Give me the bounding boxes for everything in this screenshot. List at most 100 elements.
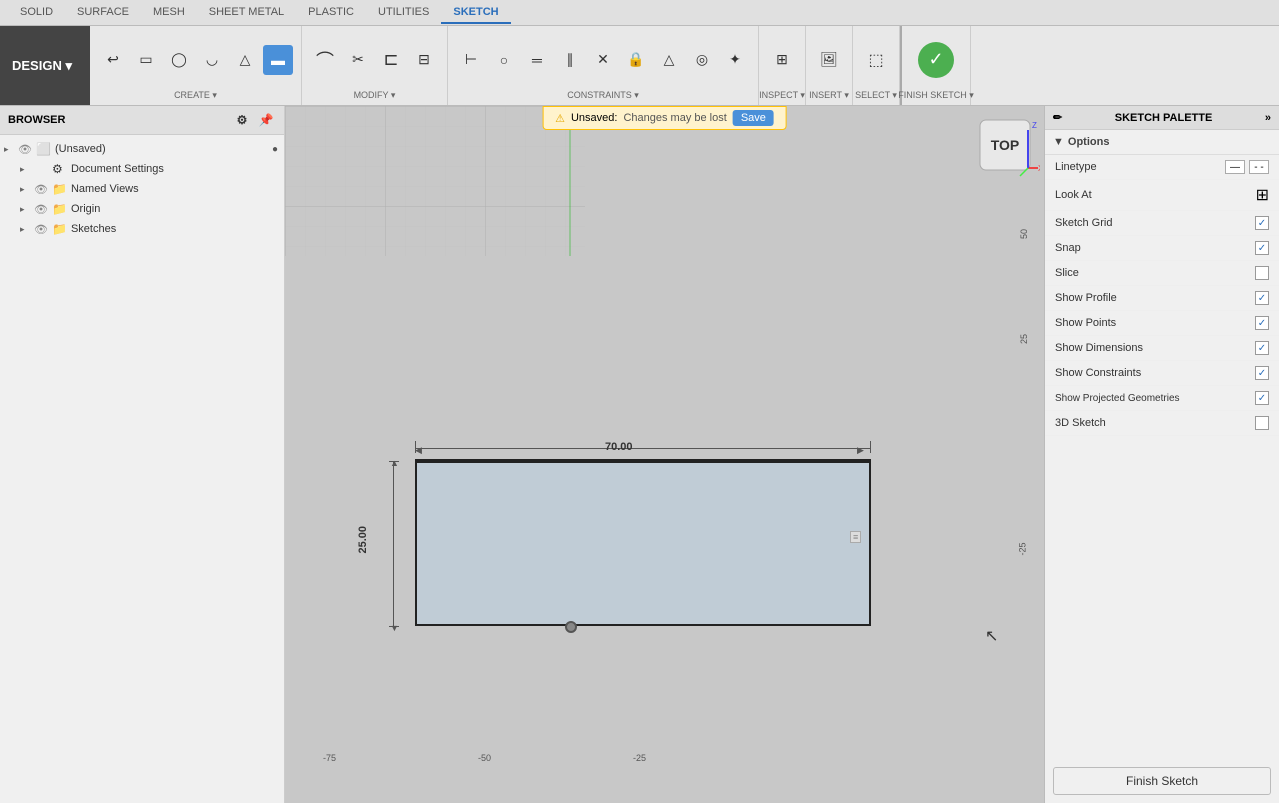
undo-icon[interactable]: ↩ [98,45,128,75]
show-dimensions-checkbox[interactable]: ✓ [1255,341,1269,355]
arrow-icon: ▸ [20,224,34,235]
palette-row-show-constraints: Show Constraints ✓ [1045,361,1279,386]
arrow-icon: ▸ [20,184,34,195]
tab-utilities[interactable]: UTILITIES [366,2,441,24]
constraint-tri-icon[interactable]: △ [654,45,684,75]
mirror-icon[interactable]: ⊟ [409,45,439,75]
browser-title: BROWSER [8,114,65,126]
triangle-icon[interactable]: △ [230,45,260,75]
tab-sheet-metal[interactable]: SHEET METAL [197,2,296,24]
select-section: ⬚ SELECT ▾ [853,26,900,105]
design-brand[interactable]: DESIGN ▾ [0,26,90,105]
constraint-c-icon[interactable]: ○ [489,45,519,75]
tab-plastic[interactable]: PLASTIC [296,2,366,24]
save-button[interactable]: Save [733,110,774,126]
select-icon[interactable]: ⬚ [861,45,891,75]
modify-label: MODIFY ▾ [354,90,396,101]
show-constraints-checkbox[interactable]: ✓ [1255,366,1269,380]
constraint-eq-icon[interactable]: ═ [522,45,552,75]
axis-label-50-v: 50 [1019,229,1029,239]
tab-bar: SOLID SURFACE MESH SHEET METAL PLASTIC U… [0,0,1279,26]
constraint-x-icon[interactable]: ✕ [588,45,618,75]
snap-checkbox[interactable]: ✓ [1255,241,1269,255]
browser-settings-icon[interactable]: ⚙ [232,110,252,130]
visibility-icon[interactable]: 👁 [34,203,48,216]
show-dimensions-label: Show Dimensions [1055,342,1143,354]
rect-filled-icon[interactable]: ▬ [263,45,293,75]
visibility-icon[interactable]: 👁 [34,223,48,236]
palette-row-show-profile: Show Profile ✓ [1045,286,1279,311]
constraint-h-icon[interactable]: ⊢ [456,45,486,75]
circle-icon[interactable]: ◯ [164,45,194,75]
palette-row-show-dimensions: Show Dimensions ✓ [1045,336,1279,361]
finish-sketch-icon[interactable]: ✓ [918,42,954,78]
snap-label: Snap [1055,242,1081,254]
dim-tick-top [389,461,399,462]
svg-text:Z: Z [1032,121,1037,130]
finish-sketch-toolbar-label[interactable]: FINISH SKETCH ▾ [898,90,974,101]
rectangle-icon[interactable]: ▭ [131,45,161,75]
insert-image-icon[interactable]: 🖼 [814,45,844,75]
constraints-label: CONSTRAINTS ▾ [567,90,639,101]
show-points-checkbox[interactable]: ✓ [1255,316,1269,330]
offset-icon[interactable]: ⊏ [376,45,406,75]
3d-sketch-label: 3D Sketch [1055,417,1106,429]
canvas-area[interactable]: ⚠ Unsaved: Changes may be lost Save TOP … [285,106,1044,803]
bullet-icon: ● [272,144,278,155]
sketch-rect-main[interactable] [415,461,871,626]
tab-surface[interactable]: SURFACE [65,2,141,24]
tab-mesh[interactable]: MESH [141,2,197,24]
constraint-par-icon[interactable]: ∥ [555,45,585,75]
dim-tick-bottom [389,626,399,627]
arrow-icon: ▸ [20,204,34,215]
constraint-lock-icon[interactable]: 🔒 [621,45,651,75]
tab-sketch[interactable]: SKETCH [441,2,510,24]
show-projected-checkbox[interactable]: ✓ [1255,391,1269,405]
view-cube[interactable]: TOP X Z [970,110,1040,180]
dim-arrow-up: ▲ [390,458,399,468]
finish-sketch-button[interactable]: Finish Sketch [1053,767,1271,795]
visibility-icon[interactable]: 👁 [34,183,48,196]
inspect-icon[interactable]: ⊞ [767,45,797,75]
collapse-arrow-icon[interactable]: ▼ [1053,136,1064,148]
show-profile-checkbox[interactable]: ✓ [1255,291,1269,305]
tree-item-unsaved[interactable]: ▸ 👁 ⬜ (Unsaved) ● [0,139,284,159]
visibility-icon[interactable]: 👁 [18,143,32,156]
inspect-label: INSPECT ▾ [759,90,805,101]
constraints-section: ⊢ ○ ═ ∥ ✕ 🔒 △ ◎ ✦ CONSTRAINTS ▾ [448,26,759,105]
unsaved-text: Unsaved: [571,112,617,124]
look-at-icon[interactable]: ⊞ [1256,185,1269,205]
tree-item-sketches[interactable]: ▸ 👁 📁 Sketches [0,219,284,239]
arc-icon[interactable]: ◡ [197,45,227,75]
tab-solid[interactable]: SOLID [8,2,65,24]
browser-pin-icon[interactable]: 📌 [256,110,276,130]
slice-checkbox[interactable] [1255,266,1269,280]
fillet-icon[interactable]: ⌒ [310,45,340,75]
constraint-circ2-icon[interactable]: ◎ [687,45,717,75]
dim-line-vert [393,461,394,626]
palette-header: ✏ SKETCH PALETTE » [1045,106,1279,130]
create-label: CREATE ▾ [174,90,217,101]
tree-item-doc-settings[interactable]: ▸ 👁 ⚙ Document Settings [0,159,284,179]
palette-row-sketch-grid: Sketch Grid ✓ [1045,211,1279,236]
constraint-cross-icon[interactable]: ✦ [720,45,750,75]
sketch-grid-checkbox[interactable]: ✓ [1255,216,1269,230]
palette-icon: ✏ [1053,111,1062,124]
3d-sketch-checkbox[interactable] [1255,416,1269,430]
show-constraints-label: Show Constraints [1055,367,1141,379]
arrow-icon: ▸ [20,164,34,175]
trim-icon[interactable]: ✂ [343,45,373,75]
axis-label-neg25-bottom: -25 [633,753,646,763]
sketch-grid-label: Sketch Grid [1055,217,1112,229]
palette-expand-icon[interactable]: » [1265,112,1271,124]
tree-item-label: Named Views [71,183,278,195]
tree-item-named-views[interactable]: ▸ 👁 📁 Named Views [0,179,284,199]
linetype-solid-icon[interactable]: — [1225,160,1245,174]
dim-arrow-down: ▼ [390,623,399,633]
linetype-dashed-icon[interactable]: - - [1249,160,1269,174]
browser-header: BROWSER ⚙ 📌 [0,106,284,135]
unsaved-bar: ⚠ Unsaved: Changes may be lost Save [542,106,787,130]
palette-options-title: ▼ Options [1045,130,1279,155]
dim-label-25: 25.00 [357,526,369,554]
tree-item-origin[interactable]: ▸ 👁 📁 Origin [0,199,284,219]
